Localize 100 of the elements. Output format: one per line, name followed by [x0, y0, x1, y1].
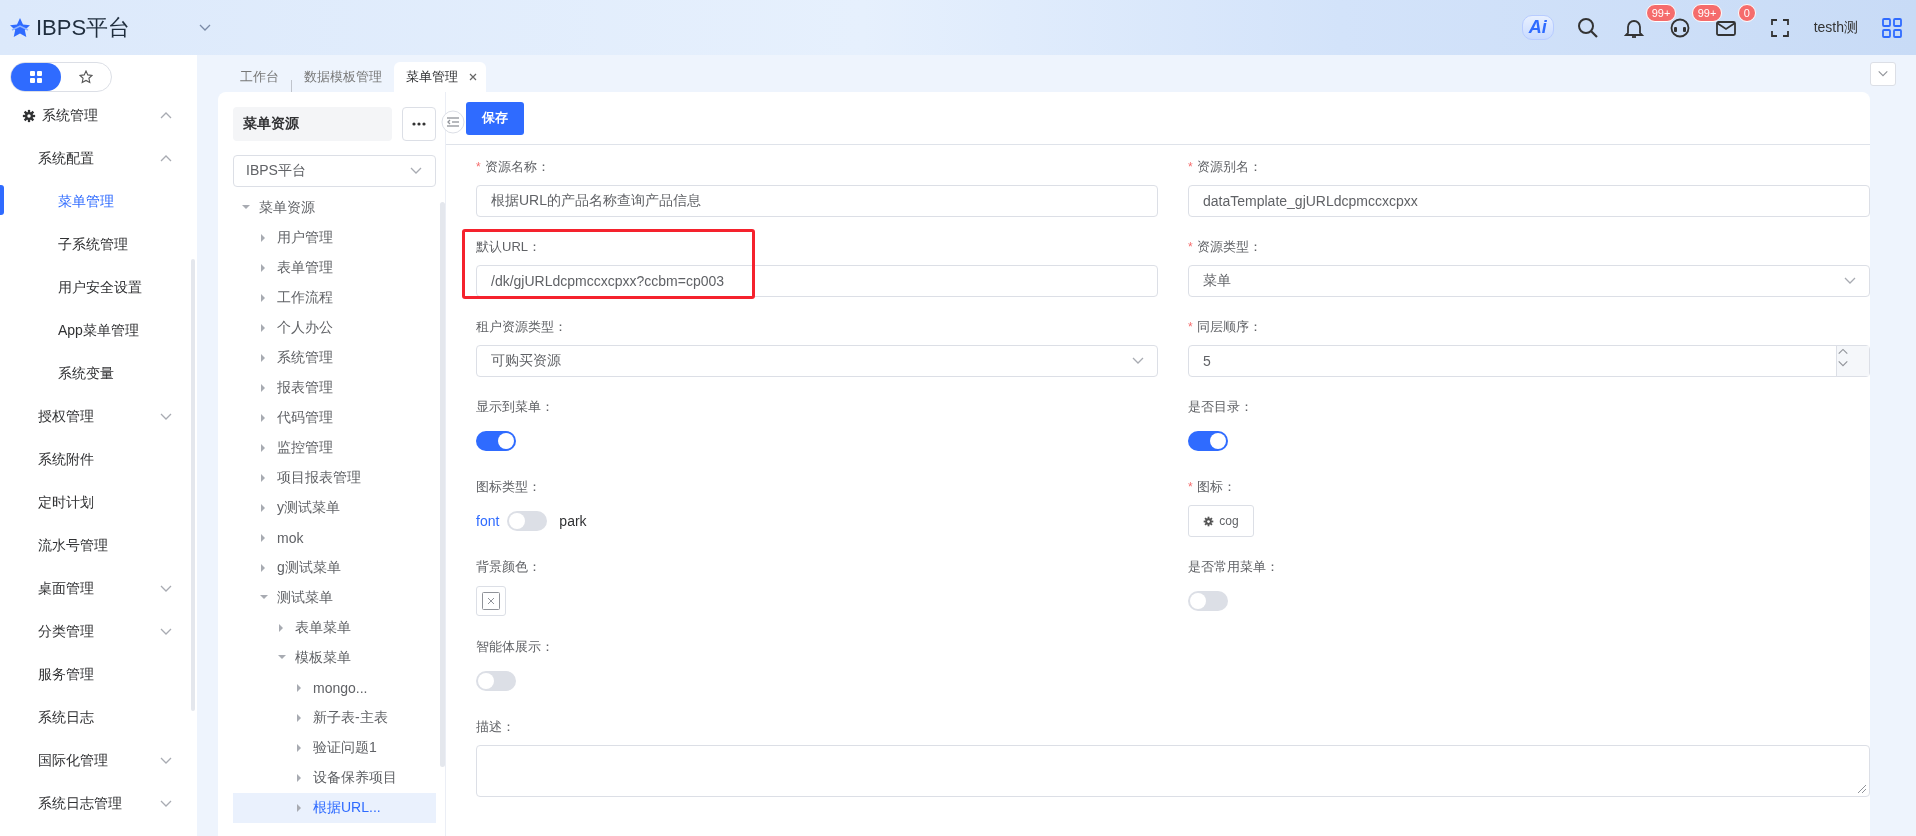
tree-item[interactable]: g测试菜单: [233, 553, 436, 583]
star-icon: [79, 70, 93, 84]
tree-item[interactable]: 系统管理: [233, 343, 436, 373]
toggle-switch[interactable]: [507, 511, 548, 531]
more-dots-icon: [412, 122, 426, 126]
menu-item[interactable]: 系统日志: [0, 696, 197, 739]
menu-item[interactable]: 系统配置: [0, 137, 197, 180]
tree-item[interactable]: 验证问题1: [233, 733, 436, 763]
tree-item[interactable]: y测试菜单: [233, 493, 436, 523]
active-indicator: [0, 185, 4, 215]
menu-item[interactable]: 系统管理: [0, 94, 197, 137]
menu-item[interactable]: 国际化管理: [0, 739, 197, 782]
count-badge: 99+: [1645, 3, 1677, 22]
field-label: 资源名称：: [484, 158, 550, 176]
tree-item[interactable]: mongo...: [233, 673, 436, 703]
search-icon[interactable]: [1575, 15, 1600, 40]
required-mark: *: [1188, 160, 1193, 174]
field-label: 同层顺序：: [1196, 318, 1262, 336]
menu-item[interactable]: 授权管理: [0, 395, 197, 438]
required-mark: *: [476, 160, 481, 174]
tab[interactable]: 菜单管理: [394, 62, 486, 92]
platform-select[interactable]: IBPS平台: [233, 155, 436, 187]
tree-item[interactable]: mok: [233, 523, 436, 553]
menu-item[interactable]: 子系统管理: [0, 223, 197, 266]
tab[interactable]: 数据模板管理: [292, 62, 394, 92]
grid-view-toggle[interactable]: [11, 63, 61, 91]
count-badge: 0: [1737, 3, 1756, 22]
ai-assistant-button[interactable]: Ai: [1521, 15, 1554, 40]
field-label: 是否目录：: [1188, 398, 1253, 416]
apps-grid-icon[interactable]: [1880, 15, 1904, 40]
tree-item[interactable]: 表单管理: [233, 253, 436, 283]
more-button[interactable]: [402, 107, 436, 141]
toggle-switch[interactable]: [476, 431, 516, 451]
tree-item[interactable]: 工作流程: [233, 283, 436, 313]
tree-item[interactable]: 设备保养项目: [233, 763, 436, 793]
tab[interactable]: 工作台: [228, 62, 291, 92]
tree-item[interactable]: 根据URL...: [233, 793, 436, 823]
panel-title: 菜单资源: [233, 107, 392, 141]
toggle-switch[interactable]: [1188, 591, 1228, 611]
menu-item[interactable]: 桌面管理: [0, 567, 197, 610]
text-input[interactable]: /dk/gjURLdcpmccxcpxx?ccbm=cp003: [476, 265, 1158, 297]
tree-item[interactable]: 个人办公: [233, 313, 436, 343]
field-label: 背景颜色：: [476, 558, 541, 576]
menu-item[interactable]: 菜单管理: [0, 180, 197, 223]
field-label: 资源别名：: [1196, 158, 1262, 176]
menu-item[interactable]: 用户安全设置: [0, 266, 197, 309]
number-input[interactable]: 5: [1188, 345, 1870, 377]
icon-picker-button[interactable]: cog: [1188, 505, 1254, 537]
tree-item[interactable]: 菜单资源: [233, 193, 436, 223]
color-picker[interactable]: [476, 586, 506, 616]
menu-item[interactable]: 服务管理: [0, 653, 197, 696]
select-field[interactable]: 可购买资源: [476, 345, 1158, 377]
tree-item[interactable]: 监控管理: [233, 433, 436, 463]
tree-item[interactable]: 表单菜单: [233, 613, 436, 643]
tree-item[interactable]: 项目报表管理: [233, 463, 436, 493]
menu-item[interactable]: 流水号管理: [0, 524, 197, 567]
field-label: 描述：: [476, 718, 515, 736]
tree-item[interactable]: 用户管理: [233, 223, 436, 253]
field-label: 图标：: [1196, 478, 1236, 496]
option-label[interactable]: park: [559, 513, 587, 529]
toggle-switch[interactable]: [476, 671, 516, 691]
empty-color-icon: [482, 592, 500, 610]
option-label[interactable]: font: [476, 513, 500, 529]
tree-item[interactable]: 代码管理: [233, 403, 436, 433]
field-label: 是否常用菜单：: [1188, 558, 1279, 576]
resize-handle-icon[interactable]: [1857, 784, 1867, 794]
field-label: 资源类型：: [1196, 238, 1262, 256]
close-icon[interactable]: [468, 72, 478, 82]
tree-item[interactable]: 新子表-主表: [233, 703, 436, 733]
required-mark: *: [1188, 240, 1193, 254]
menu-item[interactable]: 系统变量: [0, 352, 197, 395]
tabs-menu-button[interactable]: [1870, 62, 1896, 86]
required-mark: *: [1188, 320, 1193, 334]
collapse-panel-icon[interactable]: [441, 110, 465, 134]
select-field[interactable]: 菜单: [1188, 265, 1870, 297]
description-textarea[interactable]: [476, 745, 1870, 797]
required-mark: *: [1188, 480, 1193, 494]
field-label: 图标类型：: [476, 478, 541, 496]
app-logo-text: IBPS平台: [36, 13, 131, 42]
text-input[interactable]: 根据URL的产品名称查询产品信息: [476, 185, 1158, 217]
count-badge: 99+: [1691, 3, 1723, 22]
gear-icon: [22, 108, 36, 123]
toggle-switch[interactable]: [1188, 431, 1228, 451]
tree-item[interactable]: 测试菜单: [233, 583, 436, 613]
text-input[interactable]: dataTemplate_gjURLdcpmccxcpxx: [1188, 185, 1870, 217]
field-label: 租户资源类型：: [476, 318, 567, 336]
save-button[interactable]: 保存: [466, 101, 524, 135]
user-name[interactable]: testh测: [1813, 18, 1858, 37]
field-label: 显示到菜单：: [476, 398, 554, 416]
field-label: 智能体展示：: [476, 638, 554, 656]
gear-icon: [1203, 515, 1215, 527]
field-label: 默认URL：: [476, 238, 541, 256]
menu-item[interactable]: 分类管理: [0, 610, 197, 653]
tree-item[interactable]: 模板菜单: [233, 643, 436, 673]
menu-item[interactable]: App菜单管理: [0, 309, 197, 352]
scrollbar[interactable]: [440, 202, 445, 767]
menu-item[interactable]: 系统日志管理: [0, 782, 197, 825]
menu-item[interactable]: 定时计划: [0, 481, 197, 524]
tree-item[interactable]: 报表管理: [233, 373, 436, 403]
menu-item[interactable]: 系统附件: [0, 438, 197, 481]
